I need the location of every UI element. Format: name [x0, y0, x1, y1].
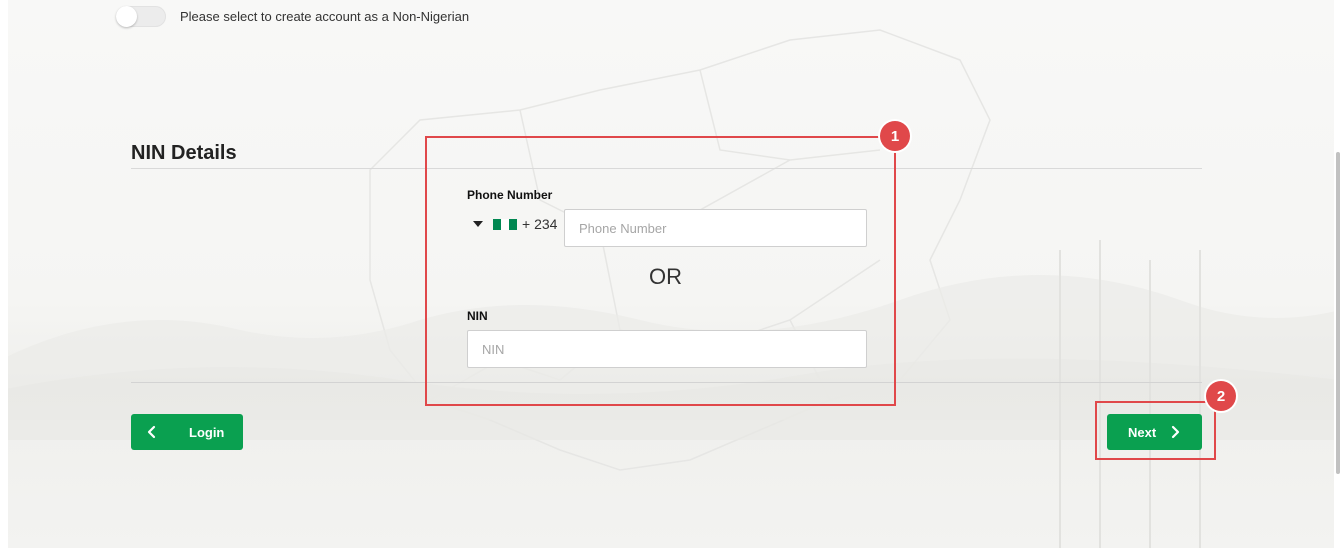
- section-title: NIN Details: [131, 142, 237, 164]
- annotation-badge-2: 2: [1206, 381, 1236, 411]
- annotation-box-1: [425, 136, 896, 406]
- login-button[interactable]: Login: [131, 414, 243, 450]
- annotation-box-2: [1095, 401, 1216, 460]
- scrollbar[interactable]: [1334, 0, 1340, 548]
- scrollbar-thumb[interactable]: [1336, 152, 1340, 474]
- non-nigerian-toggle[interactable]: [116, 6, 166, 27]
- toggle-knob: [116, 6, 137, 27]
- left-edge: [0, 0, 8, 548]
- signup-page: Please select to create account as a Non…: [0, 0, 1340, 548]
- non-nigerian-toggle-label: Please select to create account as a Non…: [180, 9, 470, 24]
- chevron-left-icon: [147, 425, 156, 439]
- annotation-badge-1: 1: [880, 121, 910, 151]
- login-button-label: Login: [189, 424, 225, 440]
